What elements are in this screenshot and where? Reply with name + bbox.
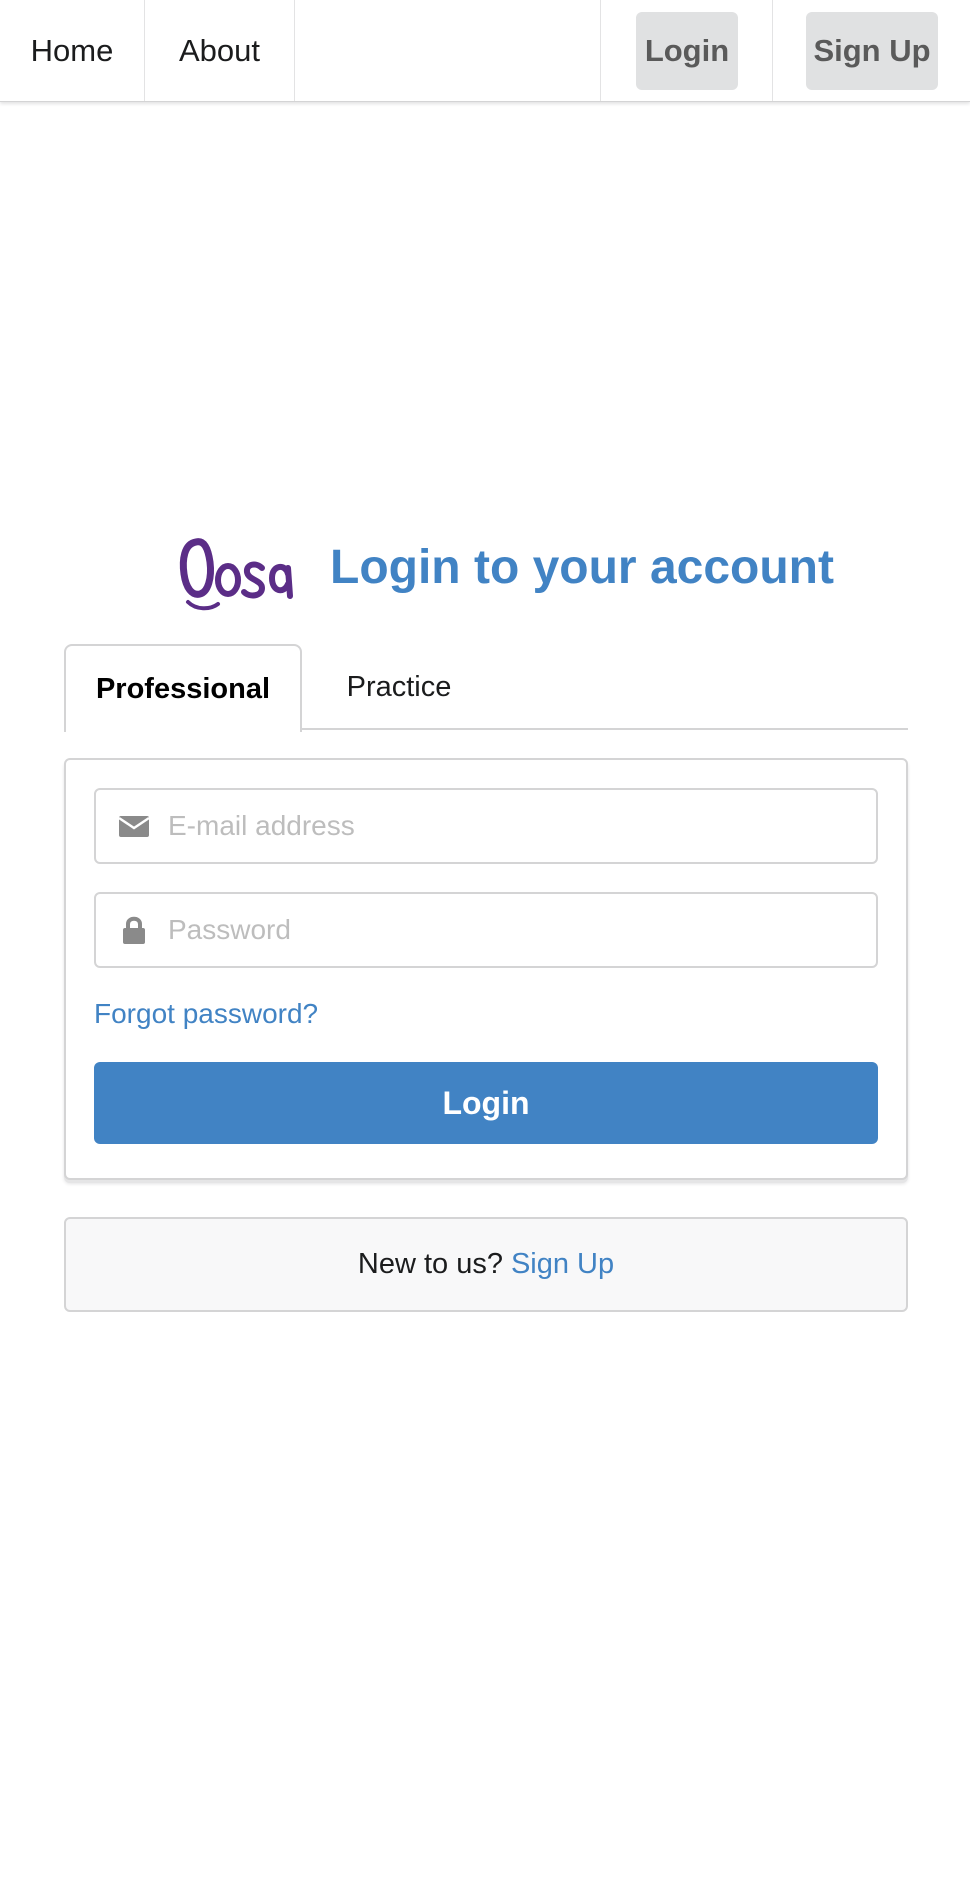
- nav-divider: [294, 0, 295, 101]
- nav-about-link[interactable]: About: [145, 0, 294, 101]
- nav-home-link[interactable]: Home: [0, 0, 144, 101]
- login-type-tabs: Professional Practice: [64, 644, 908, 732]
- envelope-icon: [118, 816, 150, 837]
- page-title: Login to your account: [330, 541, 834, 594]
- forgot-password-link[interactable]: Forgot password?: [94, 998, 318, 1030]
- signup-link[interactable]: Sign Up: [511, 1248, 614, 1281]
- email-input[interactable]: [168, 790, 858, 862]
- nav-divider: [772, 0, 773, 101]
- nav-signup-button[interactable]: Sign Up: [806, 12, 938, 90]
- signup-prompt: New to us?: [357, 1248, 503, 1280]
- top-nav: Home About Login Sign Up: [0, 0, 970, 102]
- email-field: [94, 788, 878, 864]
- password-field: [94, 892, 878, 968]
- tab-practice[interactable]: Practice: [304, 644, 494, 730]
- login-submit-button[interactable]: Login: [94, 1062, 878, 1144]
- nav-login-button[interactable]: Login: [636, 12, 738, 90]
- lock-icon: [123, 916, 145, 944]
- signup-message: New to us? Sign Up: [64, 1217, 908, 1312]
- password-input[interactable]: [168, 894, 858, 966]
- login-form: Forgot password? Login: [64, 758, 908, 1180]
- nav-divider: [600, 0, 601, 101]
- tab-professional[interactable]: Professional: [64, 644, 302, 732]
- qosa-logo: [179, 538, 293, 611]
